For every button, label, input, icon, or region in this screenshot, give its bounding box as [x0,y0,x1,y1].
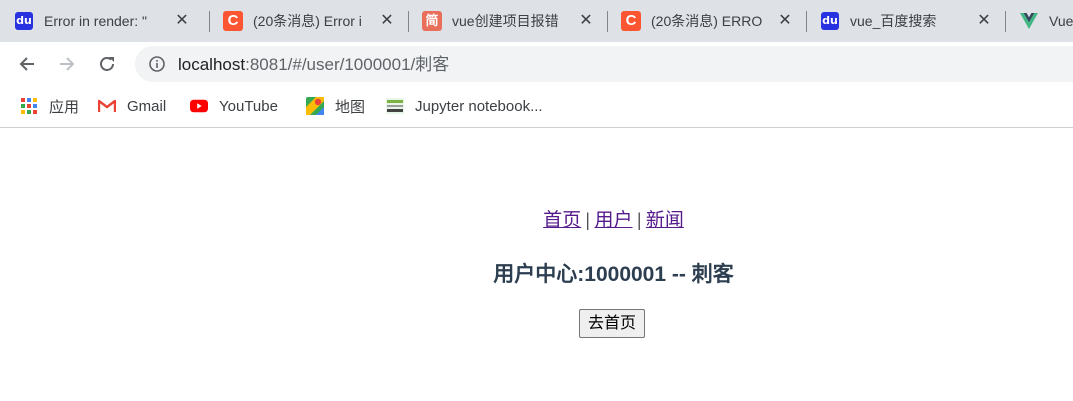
url-host: localhost [178,55,246,74]
tab-vue-baidu-search[interactable]: du vue_百度搜索 ✕ [806,0,1005,42]
nav-link-home[interactable]: 首页 [543,210,581,231]
close-icon[interactable]: ✕ [379,12,395,28]
back-arrow-icon[interactable] [13,50,41,78]
info-icon[interactable] [149,56,165,72]
tab-csdn-error[interactable]: C (20条消息) Error i ✕ [209,0,408,42]
baidu-paw-icon: du [14,11,34,31]
tab-title: vue_百度搜索 [850,13,937,29]
bookmarks-bar: 应用 Gmail YouTube 地图 Jupyter notebook... [0,86,1073,126]
bookmark-apps[interactable]: 应用 [20,94,79,118]
page-nav: 首页 | 用户 | 新闻 [0,205,1073,232]
tab-title: Error in render: " [44,13,148,29]
go-home-button[interactable]: 去首页 [579,309,646,338]
bookmark-gmail[interactable]: Gmail [98,94,166,118]
nav-separator: | [637,210,642,231]
tab-title: (20条消息) Error i [253,13,362,29]
tab-strip: du Error in render: " ✕ C (20条消息) Error … [0,0,1073,42]
tab-separator [806,11,807,32]
gmail-icon [98,97,116,115]
bookmark-label: 应用 [49,98,80,116]
page-title: 用户中心:1000001 -- 刺客 [493,263,734,286]
page-content: 首页 | 用户 | 新闻 用户中心:1000001 -- 刺客 去首页 [0,128,1073,401]
tab-vue[interactable]: Vue [1005,0,1073,42]
nav-link-user[interactable]: 用户 [594,210,632,231]
bookmark-maps[interactable]: 地图 [306,94,365,118]
close-icon[interactable]: ✕ [578,12,594,28]
csdn-c-icon: C [223,11,243,31]
forward-arrow-icon[interactable] [53,50,81,78]
nav-link-news[interactable]: 新闻 [646,210,684,231]
tab-separator [209,11,210,32]
browser-toolbar: localhost:8081/#/user/1000001/刺客 [0,42,1073,86]
reload-icon[interactable] [93,50,121,78]
jupyter-icon [386,97,404,115]
youtube-icon [190,97,208,115]
nav-separator: | [585,210,590,231]
close-icon[interactable]: ✕ [174,12,190,28]
tab-title: vue创建项目报错 [452,13,559,29]
bookmark-label: Jupyter notebook... [415,97,543,115]
url-text[interactable]: localhost:8081/#/user/1000001/刺客 [178,55,449,75]
bookmark-youtube[interactable]: YouTube [190,94,278,118]
baidu-paw-icon: du [820,11,840,31]
tab-title: Vue [1049,13,1073,29]
vue-logo-icon [1019,11,1039,31]
close-icon[interactable]: ✕ [976,12,992,28]
bookmark-label: YouTube [219,97,278,115]
maps-icon [306,97,324,115]
bookmark-jupyter[interactable]: Jupyter notebook... [386,94,543,118]
tab-separator [607,11,608,32]
tab-separator [1005,11,1006,32]
apps-grid-icon [20,97,38,115]
jianshu-icon: 简 [422,11,442,31]
tab-csdn-error-2[interactable]: C (20条消息) ERRO ✕ [607,0,806,42]
tab-separator [408,11,409,32]
close-icon[interactable]: ✕ [777,12,793,28]
url-path: :8081/#/user/1000001/刺客 [245,55,450,74]
tab-error-in-render[interactable]: du Error in render: " ✕ [0,0,209,42]
address-bar[interactable]: localhost:8081/#/user/1000001/刺客 [135,46,1073,82]
bookmark-label: 地图 [335,98,366,116]
csdn-c-icon: C [621,11,641,31]
bookmark-label: Gmail [127,97,167,115]
tab-title: (20条消息) ERRO [651,13,763,29]
tab-vue-project-error[interactable]: 简 vue创建项目报错 ✕ [408,0,607,42]
